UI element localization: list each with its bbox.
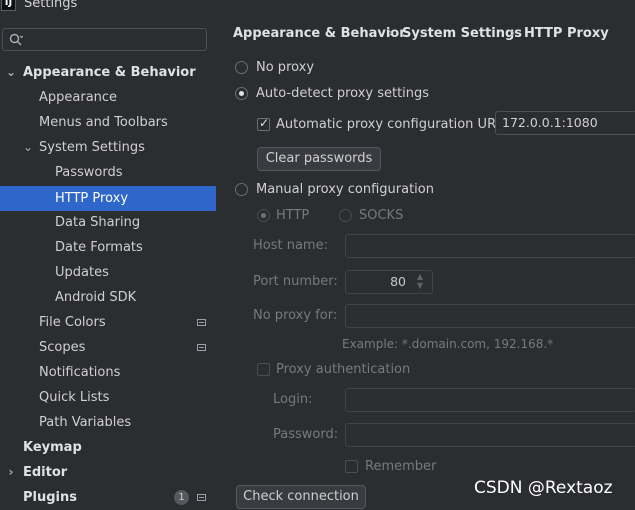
sidebar-item-notifications[interactable]: Notifications [0,360,216,385]
sidebar-item-appearance-behavior[interactable]: ⌄ Appearance & Behavior [0,60,216,85]
port-number-stepper[interactable]: 80 ▲ ▼ [345,270,433,294]
sidebar-item-label: HTTP Proxy [55,191,129,206]
chevron-down-icon[interactable]: ⌄ [22,135,34,160]
sidebar-item-label: Updates [55,265,109,280]
sidebar-item-label: Scopes [39,340,86,355]
sidebar-item-label: Passwords [55,165,123,180]
sidebar-item-label: Editor [23,465,68,480]
login-label: Login: [273,392,313,407]
settings-search-input[interactable] [2,28,207,51]
http-radio[interactable] [257,209,270,222]
socks-radio[interactable] [339,209,352,222]
no-proxy-for-input[interactable] [345,304,635,328]
auto-config-url-label: Automatic proxy configuration URL: [276,117,508,132]
sidebar-item-label: Keymap [23,440,82,455]
sidebar-item-updates[interactable]: Updates [0,260,216,285]
breadcrumb-system-settings[interactable]: System Settings [402,26,522,41]
sidebar-item-label: Path Variables [39,415,132,430]
no-proxy-example-hint: Example: *.domain.com, 192.168.* [342,337,554,351]
spinner-arrows-icon[interactable]: ▲ ▼ [414,272,426,290]
sidebar-item-system-settings[interactable]: ⌄ System Settings [0,135,216,160]
plugins-update-count-badge: 1 [174,490,189,505]
proxy-authentication-label: Proxy authentication [276,362,411,377]
check-connection-button[interactable]: Check connection [236,485,366,509]
no-proxy-for-label: No proxy for: [253,308,338,323]
project-scope-icon [197,319,206,326]
socks-label: SOCKS [359,208,404,223]
manual-proxy-radio[interactable] [235,183,248,196]
chevron-down-icon[interactable]: ⌄ [5,60,17,85]
manual-proxy-label: Manual proxy configuration [256,182,434,197]
password-input[interactable] [345,423,635,447]
sidebar-item-scopes[interactable]: Scopes [0,335,216,360]
sidebar-item-editor[interactable]: › Editor [0,460,216,485]
sidebar-item-label: System Settings [39,140,145,155]
port-number-label: Port number: [253,274,338,289]
sidebar-item-label: File Colors [39,315,106,330]
breadcrumb-http-proxy: HTTP Proxy [524,26,609,41]
http-label: HTTP [276,208,310,223]
sidebar-item-label: Quick Lists [39,390,110,405]
auto-detect-label: Auto-detect proxy settings [256,86,430,101]
sidebar-item-date-formats[interactable]: Date Formats [0,235,216,260]
sidebar-item-http-proxy[interactable]: HTTP Proxy [0,186,216,211]
chevron-right-icon[interactable]: › [5,460,17,485]
auto-detect-radio[interactable] [235,87,248,100]
auto-config-url-checkbox[interactable]: ✓ [257,116,270,131]
proxy-authentication-checkbox[interactable] [257,363,270,376]
sidebar-item-data-sharing[interactable]: Data Sharing [0,210,216,235]
remember-label: Remember [365,459,437,474]
sidebar-item-path-variables[interactable]: Path Variables [0,410,216,435]
watermark-text: CSDN @Rextaoz [474,478,613,498]
sidebar-item-keymap[interactable]: Keymap [0,435,216,460]
sidebar-item-quick-lists[interactable]: Quick Lists [0,385,216,410]
project-scope-icon [197,494,206,501]
sidebar-item-passwords[interactable]: Passwords [0,160,216,185]
host-name-label: Host name: [253,238,328,253]
sidebar-item-label: Notifications [39,365,121,380]
project-scope-icon [197,344,206,351]
no-proxy-label: No proxy [256,60,315,75]
breadcrumb-appearance-behavior[interactable]: Appearance & Behavior [233,26,406,41]
remember-checkbox[interactable] [345,460,358,473]
sidebar-item-label: Menus and Toolbars [39,115,168,130]
sidebar-item-android-sdk[interactable]: Android SDK [0,285,216,310]
password-label: Password: [273,427,339,442]
breadcrumb-separator: › [510,26,516,41]
sidebar-item-label: Data Sharing [55,215,141,230]
clear-passwords-button[interactable]: Clear passwords [257,147,381,171]
title-bar: IJ Settings [0,0,635,14]
checkmark-icon: ✓ [259,116,270,130]
search-icon [9,33,23,46]
sidebar-item-file-colors[interactable]: File Colors [0,310,216,335]
sidebar-item-label: Appearance [39,90,118,105]
login-input[interactable] [345,388,635,412]
intellij-logo-icon: IJ [1,0,16,11]
sidebar-item-label: Plugins [23,490,77,505]
port-number-value: 80 [390,274,406,289]
sidebar-item-label: Date Formats [55,240,143,255]
sidebar-item-label: Appearance & Behavior [23,65,196,80]
sidebar-item-menus-toolbars[interactable]: Menus and Toolbars [0,110,216,135]
sidebar-item-label: Android SDK [55,290,137,305]
no-proxy-radio[interactable] [235,61,248,74]
window-title: Settings [24,0,78,11]
sidebar-item-appearance[interactable]: Appearance [0,85,216,110]
host-name-input[interactable] [345,234,635,258]
auto-config-url-input[interactable]: 172.0.0.1:1080 [495,111,635,135]
auto-config-url-value: 172.0.0.1:1080 [502,115,598,130]
breadcrumb-separator: › [388,26,394,41]
